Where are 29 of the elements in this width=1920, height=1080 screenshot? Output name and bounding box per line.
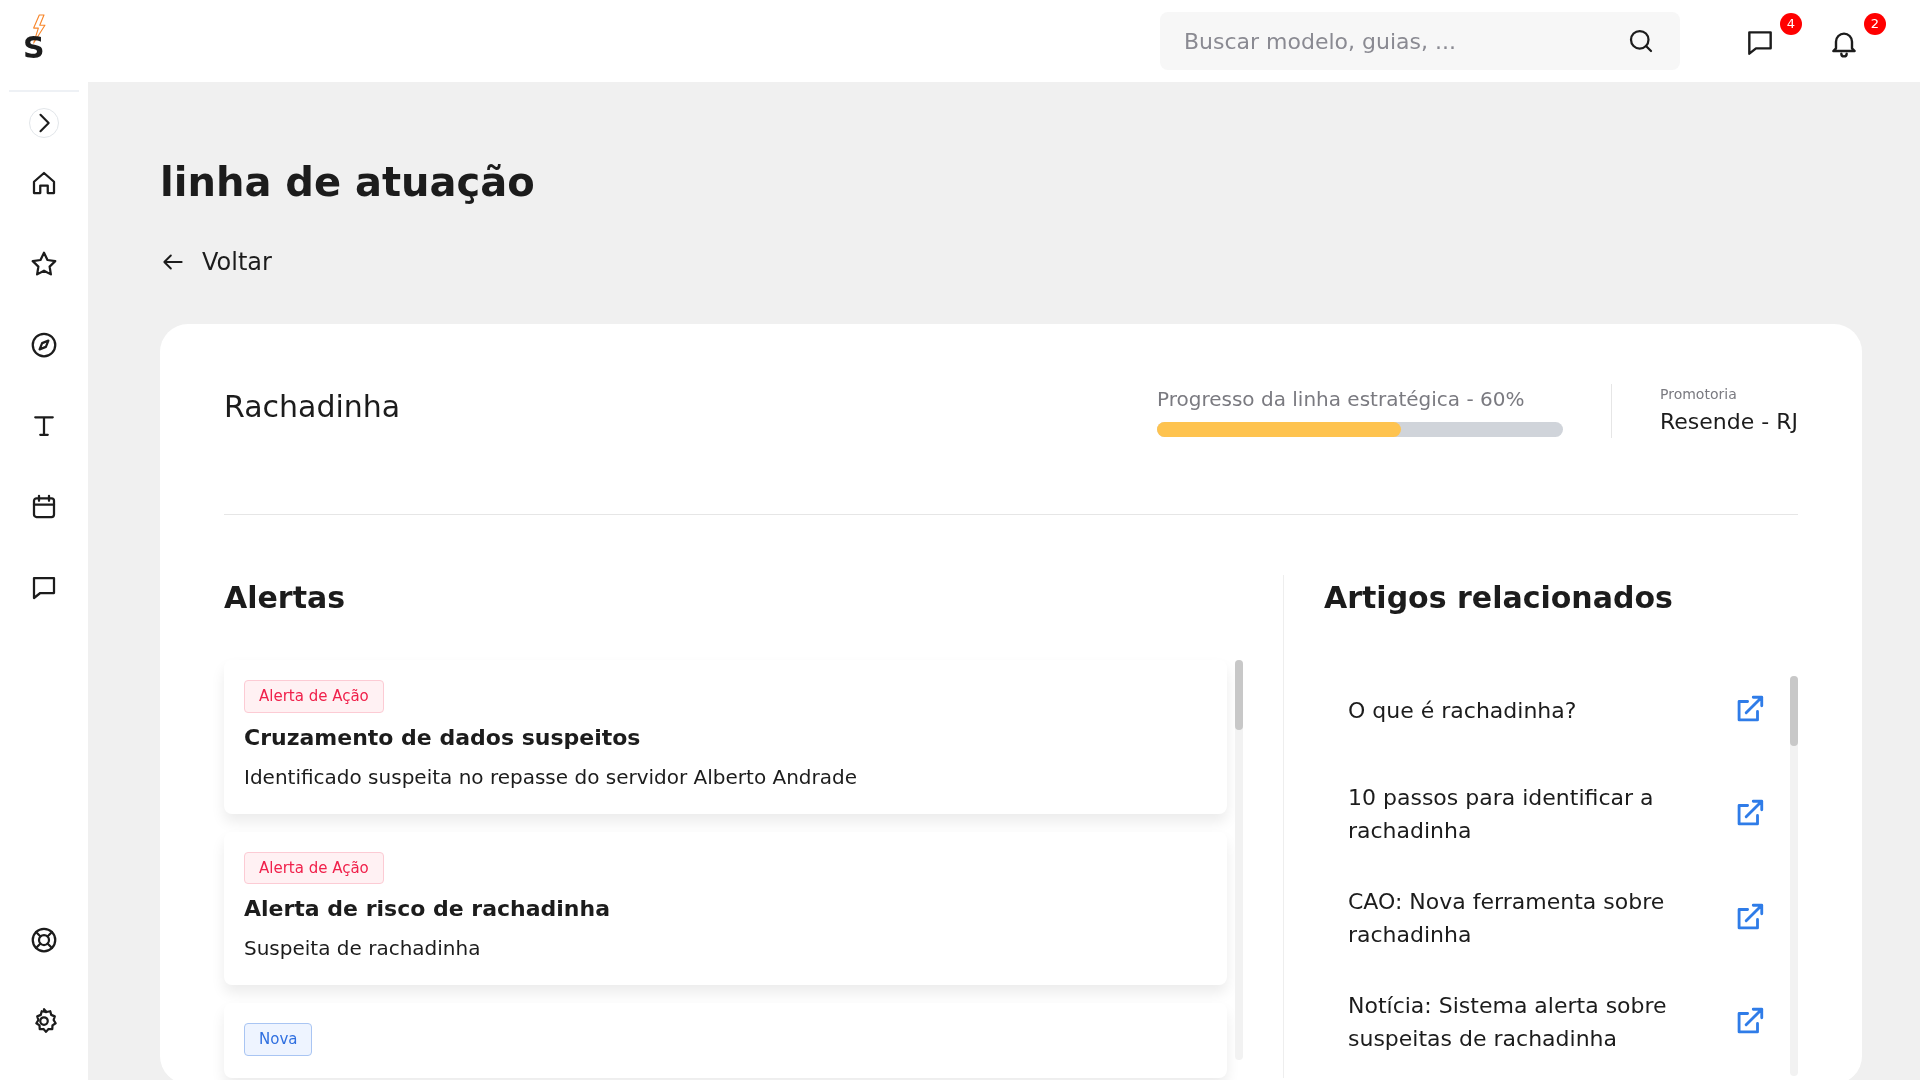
alert-description: Identificado suspeita no repasse do servidor Alberto Andrade [244, 763, 859, 791]
logo: S [21, 14, 67, 78]
alert-card[interactable]: Nova [224, 1003, 1227, 1078]
alert-title: Cruzamento de dados suspeitos [244, 723, 642, 752]
alert-card[interactable]: Alerta de Ação Cruzamento de dados suspeitos Identificado suspeita no repasse do servidor Alberto Andrade [224, 660, 1227, 814]
alert-description: Suspeita de rachadinha [244, 935, 482, 962]
article-link[interactable]: 10 passos para identificar a rachadinha [1348, 780, 1766, 848]
compass-icon[interactable] [29, 330, 59, 360]
lifebuoy-icon[interactable] [29, 925, 59, 955]
article-link[interactable]: Notícia: Sistema alerta sobre suspeitas de rachadinha [1348, 988, 1766, 1056]
alert-card[interactable]: Alerta de Ação Alerta de risco de rachadinha Suspeita de rachadinha [224, 831, 1227, 985]
search-field[interactable]: Buscar modelo, guias, ... [1160, 12, 1680, 70]
alert-title: Alerta de risco de rachadinha [244, 895, 612, 923]
alert-tag: Alerta de Ação [244, 851, 384, 884]
article-link[interactable]: O que é rachadinha? [1348, 676, 1766, 744]
back-link[interactable]: Voltar [160, 244, 272, 280]
alert-tag: Alerta de Ação [244, 680, 384, 713]
promotoria-value: Resende - RJ [1660, 408, 1798, 436]
promotoria-label: Promotoria [1660, 385, 1738, 404]
section-title: Artigos relacionados [1324, 579, 1674, 617]
notification-count: 2 [1864, 13, 1886, 35]
progress-label: Progresso da linha estratégica - 60% [1157, 386, 1526, 413]
article-link[interactable]: CAO: Nova ferramenta sobre rachadinha [1348, 884, 1766, 952]
page-title: linha de atuação [160, 158, 536, 207]
notification-count: 4 [1780, 13, 1802, 35]
alert-tag: Nova [244, 1023, 313, 1056]
expand-button[interactable] [29, 108, 59, 138]
line-title: Rachadinha [224, 388, 402, 426]
section-title: Alertas [224, 579, 347, 617]
